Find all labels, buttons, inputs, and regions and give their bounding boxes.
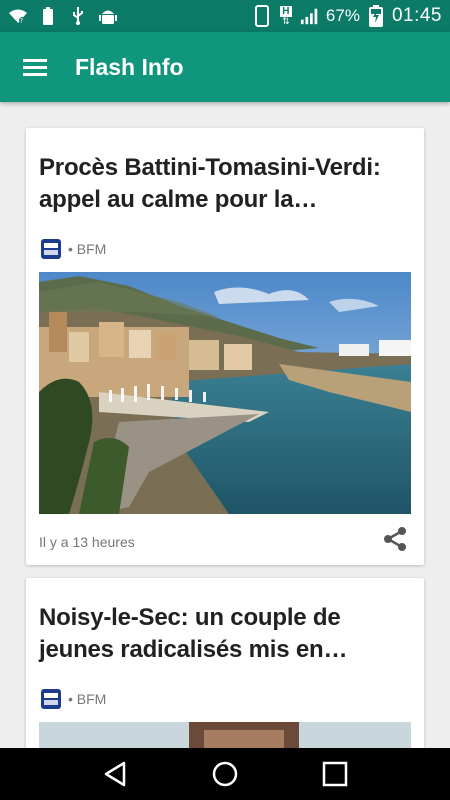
source-name: • BFM <box>68 691 107 707</box>
app-bar: Flash Info <box>0 32 450 102</box>
source-name: • BFM <box>68 241 107 257</box>
clock: 01:45 <box>391 5 442 26</box>
navigation-bar <box>0 748 450 800</box>
phone-icon <box>252 5 272 27</box>
article-image[interactable] <box>39 272 411 514</box>
app-title: Flash Info <box>75 53 184 80</box>
article-title[interactable]: Noisy-le-Sec: un couple de jeunes radica… <box>39 602 414 666</box>
hamburger-menu-icon[interactable] <box>0 32 70 102</box>
bfm-logo-icon <box>41 239 61 259</box>
status-bar: ? H ⇅ 67% 01:45 <box>0 0 450 32</box>
battery-percent: 67% <box>325 6 360 25</box>
bfm-logo-icon <box>41 689 61 709</box>
article-image[interactable] <box>39 722 411 748</box>
battery-charging-icon <box>366 5 386 27</box>
article-source: • BFM <box>41 689 106 709</box>
recents-icon[interactable] <box>310 749 360 799</box>
news-feed[interactable]: Procès Battini-Tomasini-Verdi: appel au … <box>0 102 450 748</box>
article-source: • BFM <box>41 239 106 259</box>
share-icon[interactable] <box>380 524 410 554</box>
article-card[interactable]: Procès Battini-Tomasini-Verdi: appel au … <box>26 128 424 565</box>
android-debug-icon <box>98 6 118 26</box>
home-icon[interactable] <box>200 749 250 799</box>
signal-icon <box>300 6 320 26</box>
network-type-icon: H ⇅ <box>280 6 292 26</box>
article-time: Il y a 13 heures <box>39 534 135 550</box>
battery-full-icon <box>38 6 58 26</box>
svg-text:?: ? <box>20 17 24 25</box>
article-card[interactable]: Noisy-le-Sec: un couple de jeunes radica… <box>26 578 424 748</box>
back-icon[interactable] <box>90 749 140 799</box>
article-title[interactable]: Procès Battini-Tomasini-Verdi: appel au … <box>39 152 414 216</box>
wifi-icon: ? <box>8 6 28 26</box>
usb-icon <box>68 6 88 26</box>
